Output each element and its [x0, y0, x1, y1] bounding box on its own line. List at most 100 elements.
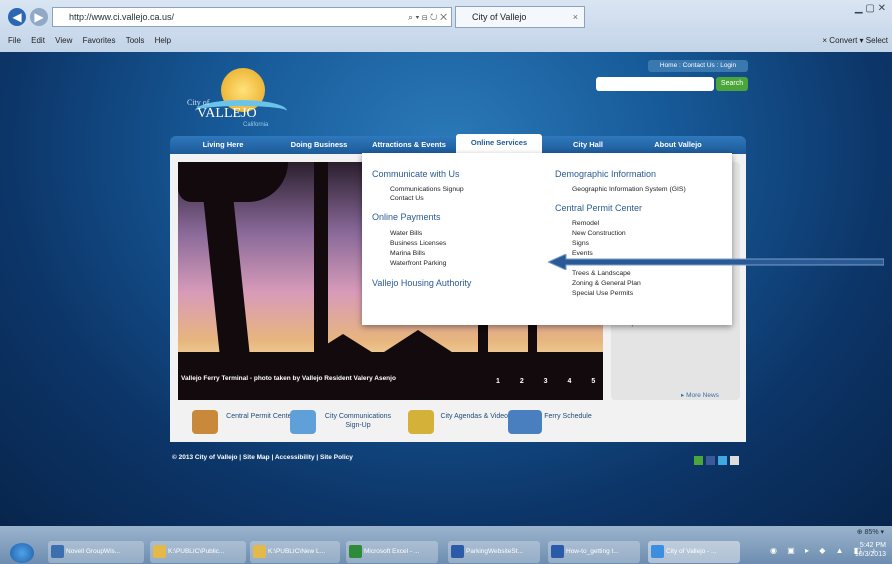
taskbar-label: City of Vallejo - ... [666, 548, 717, 555]
link-special-use[interactable]: Special Use Permits [572, 289, 633, 299]
taskbar-label: Microsoft Excel - ... [364, 548, 420, 555]
nav-city-hall[interactable]: City Hall [548, 136, 628, 154]
tab-title: City of Vallejo [472, 12, 527, 22]
word-icon [551, 545, 564, 558]
zoom-level[interactable]: ⊕ 85% ▾ [857, 528, 884, 536]
photo-caption: Vallejo Ferry Terminal - photo taken by … [181, 375, 396, 382]
menu-file[interactable]: File [8, 36, 21, 45]
groupwise-icon [51, 545, 64, 558]
quick-link-label: City Agendas & Videos [440, 413, 512, 420]
clock[interactable]: 5:42 PM 10/3/2013 [855, 541, 886, 559]
link-zoning[interactable]: Zoning & General Plan [572, 279, 641, 289]
palm-fronds [178, 162, 288, 202]
address-bar[interactable]: http://www.ci.vallejo.ca.us/ ⌕ ▾ ⊟ ↻ ✕ [52, 7, 452, 27]
online-services-dropdown: Communicate with Us Communications Signu… [362, 153, 732, 325]
ie-icon [651, 545, 664, 558]
link-business-licenses[interactable]: Business Licenses [390, 239, 446, 249]
slide-pager[interactable]: 1 2 3 4 5 [496, 378, 604, 385]
quick-link-communications[interactable]: City Communications Sign-Up [290, 406, 400, 438]
quick-link-label: Central Permit Center [226, 413, 294, 420]
taskbar-label: K:\PUBLIC\New L... [268, 548, 326, 555]
toolbar-right[interactable]: × Convert ▾ Select [822, 32, 888, 50]
email-icon[interactable] [730, 456, 739, 465]
clock-time: 5:42 PM [859, 542, 886, 549]
site-logo[interactable]: City of VALLEJO California [175, 62, 295, 132]
menu-bar: File Edit View Favorites Tools Help × Co… [0, 32, 892, 50]
taskbar-item[interactable]: Novell GroupWis... [48, 541, 144, 563]
taskbar-label: K:\PUBLIC\Public... [168, 548, 225, 555]
quick-link-agendas[interactable]: City Agendas & Videos [408, 406, 512, 438]
quick-link-label: City Communications Sign-Up [324, 413, 392, 429]
browser-chrome: ◀ ▶ http://www.ci.vallejo.ca.us/ ⌕ ▾ ⊟ ↻… [0, 0, 892, 52]
link-waterfront-parking[interactable]: Waterfront Parking [390, 259, 446, 269]
clock-date: 10/3/2013 [854, 551, 886, 558]
taskbar-item[interactable]: K:\PUBLIC\Public... [150, 541, 246, 563]
heading-online-payments[interactable]: Online Payments [372, 212, 441, 222]
link-contact-us[interactable]: Contact Us [390, 194, 424, 204]
close-tab-icon[interactable]: × [573, 7, 578, 27]
roof-silhouette [378, 330, 458, 356]
logo-state: California [243, 122, 269, 128]
envelope-icon [290, 410, 316, 434]
browser-tab[interactable]: City of Vallejo × [455, 6, 585, 28]
taskbar-item[interactable]: ParkingWebsiteSt... [448, 541, 540, 563]
nav-attractions-events[interactable]: Attractions & Events [366, 136, 452, 154]
quick-links: Central Permit Center City Communication… [178, 404, 603, 440]
annotation-arrow [548, 254, 884, 270]
logo-name: VALLEJO [197, 106, 257, 121]
window-controls[interactable]: ▁ ▢ ✕ [855, 3, 886, 14]
start-button-icon[interactable] [10, 543, 34, 563]
taskbar-label: Novell GroupWis... [66, 548, 121, 555]
twitter-icon[interactable] [718, 456, 727, 465]
word-icon [451, 545, 464, 558]
menu-edit[interactable]: Edit [31, 36, 45, 45]
quick-link-permit-center[interactable]: Central Permit Center [192, 406, 294, 438]
top-links[interactable]: Home : Contact Us : Login [648, 60, 748, 72]
back-icon[interactable]: ◀ [8, 8, 26, 26]
menu-help[interactable]: Help [155, 36, 171, 45]
more-news-link[interactable]: ▸ More News [681, 391, 719, 399]
link-remodel[interactable]: Remodel [572, 219, 599, 229]
nav-online-services[interactable]: Online Services [456, 134, 542, 154]
permit-center-icon [192, 410, 218, 434]
film-reel-icon [408, 410, 434, 434]
heading-permit-center[interactable]: Central Permit Center [555, 203, 642, 213]
nav-about-vallejo[interactable]: About Vallejo [638, 136, 718, 154]
excel-icon [349, 545, 362, 558]
menu-view[interactable]: View [55, 36, 72, 45]
quick-link-ferry[interactable]: Ferry Schedule [508, 406, 603, 438]
nav-doing-business[interactable]: Doing Business [274, 136, 364, 154]
heading-communicate[interactable]: Communicate with Us [372, 169, 460, 179]
address-controls[interactable]: ⌕ ▾ ⊟ ↻ ✕ [408, 8, 447, 26]
taskbar-item[interactable]: K:\PUBLIC\New L... [250, 541, 340, 563]
quick-link-label: Ferry Schedule [544, 413, 592, 420]
site-footer[interactable]: © 2013 City of Vallejo | Site Map | Acce… [172, 454, 353, 461]
link-marina-bills[interactable]: Marina Bills [390, 249, 425, 259]
taskbar-item[interactable]: Microsoft Excel - ... [346, 541, 438, 563]
link-new-construction[interactable]: New Construction [572, 229, 626, 239]
share-icon[interactable] [694, 456, 703, 465]
folder-icon [253, 545, 266, 558]
link-water-bills[interactable]: Water Bills [390, 229, 422, 239]
social-icons [694, 452, 742, 465]
menu-favorites[interactable]: Favorites [83, 36, 116, 45]
facebook-icon[interactable] [706, 456, 715, 465]
forward-icon[interactable]: ▶ [30, 8, 48, 26]
taskbar-item[interactable]: How-to_getting t... [548, 541, 640, 563]
taskbar-item-active[interactable]: City of Vallejo - ... [648, 541, 740, 563]
taskbar-label: ParkingWebsiteSt... [466, 548, 523, 555]
nav-living-here[interactable]: Living Here [180, 136, 266, 154]
url-text: http://www.ci.vallejo.ca.us/ [69, 12, 175, 22]
menu-tools[interactable]: Tools [126, 36, 145, 45]
folder-icon [153, 545, 166, 558]
main-nav: Living Here Doing Business Attractions &… [170, 134, 746, 154]
taskbar-label: How-to_getting t... [566, 548, 619, 555]
link-trees-landscape[interactable]: Trees & Landscape [572, 269, 631, 279]
link-gis[interactable]: Geographic Information System (GIS) [572, 185, 686, 195]
ferry-icon [508, 410, 542, 434]
heading-housing-authority[interactable]: Vallejo Housing Authority [372, 278, 471, 288]
link-signs[interactable]: Signs [572, 239, 589, 249]
heading-demographic[interactable]: Demographic Information [555, 169, 656, 179]
search-input[interactable] [596, 77, 714, 91]
search-button[interactable]: Search [716, 77, 748, 91]
